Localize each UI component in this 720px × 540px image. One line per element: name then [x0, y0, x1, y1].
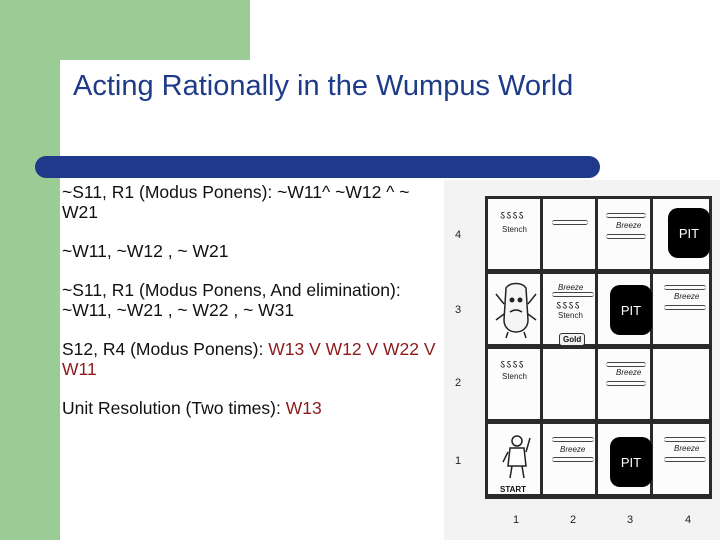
decor-green-side [0, 0, 60, 540]
breeze-wave [664, 285, 706, 290]
cell-4-2 [653, 349, 709, 419]
pit: PIT [610, 285, 652, 335]
stench-label: Stench [502, 372, 527, 381]
breeze-label: Breeze [616, 221, 642, 230]
col-label-2: 2 [570, 514, 577, 526]
paragraph-5: Unit Resolution (Two times): W13 [62, 398, 447, 418]
breeze-wave [664, 457, 706, 462]
row-label-2: 2 [455, 377, 462, 389]
paragraph-5-highlight: W13 [285, 398, 322, 418]
paragraph-2-text: ~W11, ~W12 , ~ W21 [62, 241, 229, 261]
slide-body: ~S11, R1 (Modus Ponens): ~W11^ ~W12 ^ ~ … [62, 182, 447, 437]
row-label-3: 3 [455, 304, 462, 316]
paragraph-5-text: Unit Resolution (Two times): [62, 398, 286, 418]
breeze-wave [606, 234, 646, 239]
stench-label: Stench [502, 225, 527, 234]
pit: PIT [610, 437, 652, 487]
slide-title: Acting Rationally in the Wumpus World [73, 70, 574, 102]
col-label-1: 1 [513, 514, 520, 526]
breeze-label: Breeze [560, 445, 586, 454]
breeze-label: Breeze [558, 283, 584, 292]
start-label: START [500, 485, 527, 494]
breeze-wave [552, 437, 594, 442]
breeze-wave [552, 457, 594, 462]
breeze-label: Breeze [616, 368, 642, 377]
paragraph-2: ~W11, ~W12 , ~ W21 [62, 241, 447, 261]
row-label-4: 4 [455, 229, 462, 241]
paragraph-3: ~S11, R1 (Modus Ponens, And elimination)… [62, 280, 447, 320]
col-label-4: 4 [685, 514, 692, 526]
wumpus-icon [495, 282, 537, 339]
breeze-wave [606, 213, 646, 218]
gold: Gold [559, 333, 586, 346]
breeze-label: Breeze [674, 444, 700, 453]
pit: PIT [668, 208, 710, 258]
breeze-wave [664, 305, 706, 310]
cell-2-2 [543, 349, 595, 419]
paragraph-1: ~S11, R1 (Modus Ponens): ~W11^ ~W12 ^ ~ … [62, 182, 447, 222]
row-label-1: 1 [455, 455, 462, 467]
breeze-wave [664, 437, 706, 442]
cell-2-4 [543, 199, 595, 269]
breeze-wave [552, 292, 594, 297]
agent-icon [502, 435, 531, 479]
breeze-wave [606, 362, 646, 367]
breeze-label: Breeze [674, 292, 700, 301]
paragraph-4: S12, R4 (Modus Ponens): W13 V W12 V W22 … [62, 339, 447, 379]
stench-glyph: ऽऽऽऽ [500, 359, 525, 371]
stench-label: Stench [558, 311, 583, 320]
stench-glyph: ऽऽऽऽ [500, 210, 525, 222]
col-label-3: 3 [627, 514, 634, 526]
breeze-wave [552, 220, 588, 225]
breeze-wave [606, 381, 646, 386]
paragraph-3-text: ~S11, R1 (Modus Ponens, And elimination)… [62, 280, 401, 320]
paragraph-1-text: ~S11, R1 (Modus Ponens): ~W11^ ~W12 ^ ~ … [62, 182, 410, 222]
paragraph-4-text: S12, R4 (Modus Ponens): [62, 339, 269, 359]
title-rule [35, 156, 600, 178]
